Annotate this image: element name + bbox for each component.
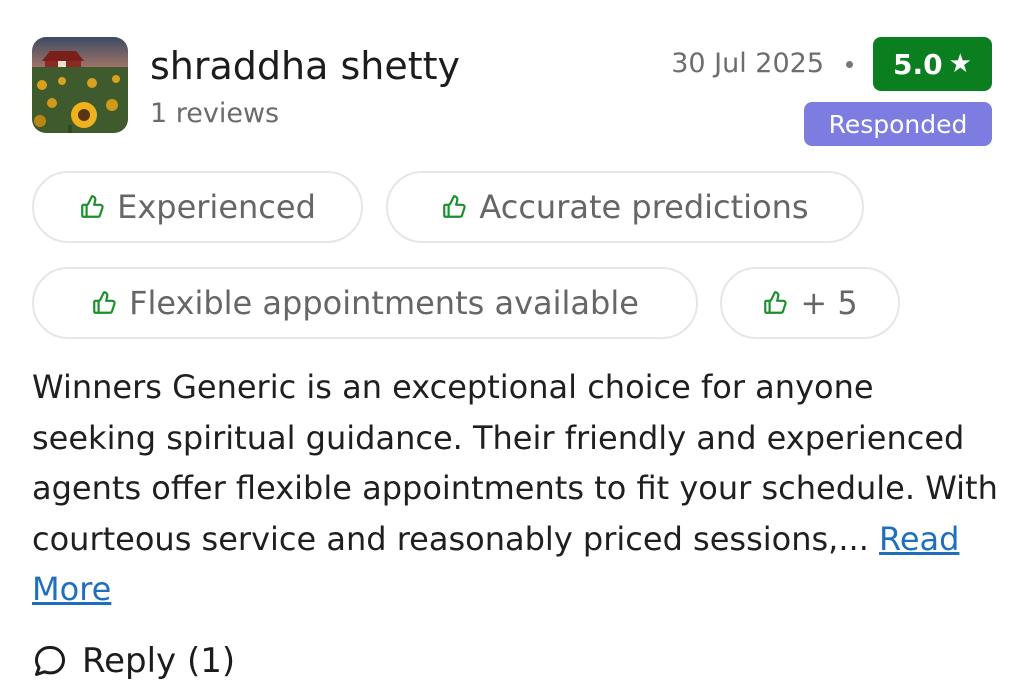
review-text-content: Winners Generic is an exceptional choice… [32,368,998,558]
review-meta: 30 Jul 2025 5.0 ★ [671,37,992,91]
reviewer-name[interactable]: shraddha shetty [150,38,460,94]
separator-dot [846,60,853,68]
tag-experienced[interactable]: Experienced [32,171,363,243]
rating-value: 5.0 [893,47,943,81]
review-date: 30 Jul 2025 [671,48,824,79]
review-text: Winners Generic is an exceptional choice… [32,362,1002,615]
avatar[interactable] [32,37,128,133]
tag-label: Flexible appointments available [129,284,639,322]
chat-bubble-icon [32,643,68,679]
tag-accurate-predictions[interactable]: Accurate predictions [386,171,864,243]
avatar-image [32,37,128,133]
thumbs-up-icon [79,194,105,220]
thumbs-up-icon [762,290,788,316]
tag-label: Accurate predictions [479,188,809,226]
tag-label: + 5 [800,284,858,322]
reply-button[interactable]: Reply (1) [32,636,235,686]
tag-label: Experienced [117,188,316,226]
review-count: 1 reviews [150,98,280,129]
star-icon: ★ [948,49,972,79]
reply-label: Reply (1) [82,641,236,681]
tag-flexible-appointments[interactable]: Flexible appointments available [32,267,698,339]
tag-more-button[interactable]: + 5 [720,267,900,339]
rating-badge: 5.0 ★ [873,37,992,91]
responded-badge: Responded [804,102,992,146]
thumbs-up-icon [91,290,117,316]
thumbs-up-icon [441,194,467,220]
